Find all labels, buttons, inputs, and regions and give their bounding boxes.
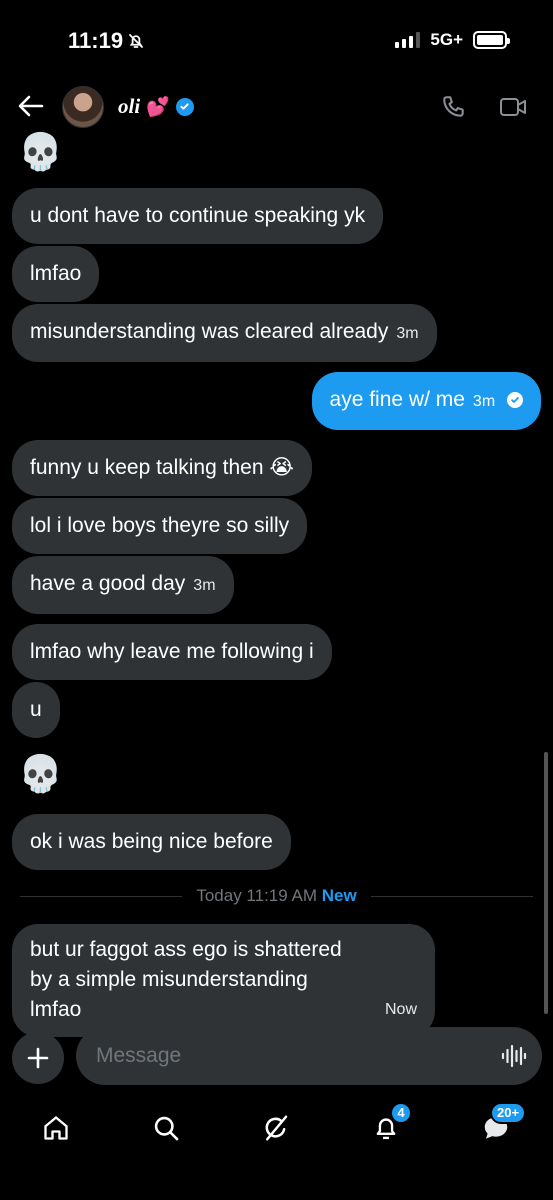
message-text: lol i love boys theyre so silly — [30, 514, 290, 537]
battery-icon — [473, 31, 510, 49]
verified-badge-icon — [175, 97, 194, 116]
message-timestamp: Now — [384, 1001, 417, 1018]
message-timestamp: 3m — [193, 577, 216, 594]
search-icon — [154, 1116, 179, 1141]
message-bubble-received[interactable]: lol i love boys theyre so silly — [12, 498, 308, 554]
divider-line — [20, 895, 183, 897]
divider-line — [370, 895, 534, 897]
tab-notifications[interactable]: 4 — [366, 1102, 412, 1148]
divider-date: Today 11:19 AM — [196, 886, 317, 905]
voice-waveform-icon[interactable] — [501, 1044, 527, 1068]
divider-new-label: New — [321, 886, 357, 905]
message-text: have a good day — [30, 572, 186, 595]
contact-name-text: oli — [118, 94, 141, 118]
status-bar: 11:19 5G+ — [0, 0, 553, 80]
message-bubble-received[interactable]: funny u keep talking then 😭 — [12, 440, 312, 496]
message-bubble-received[interactable]: lmfao why leave me following i — [12, 624, 332, 680]
contact-name[interactable]: oli 💕 — [118, 94, 194, 119]
back-arrow-icon[interactable] — [16, 92, 46, 120]
status-time-text: 11:19 — [68, 28, 124, 53]
message-text: u — [30, 698, 42, 721]
message-bubble-sent[interactable]: aye fine w/ me 3m — [311, 372, 541, 430]
name-emoji: 💕 — [146, 96, 170, 118]
message-input[interactable] — [76, 1027, 542, 1085]
chat-header: oli 💕 — [0, 80, 553, 132]
network-label: 5G+ — [430, 30, 463, 49]
message-bubble-received[interactable]: ok i was being nice before — [12, 814, 291, 870]
divider-label: Today 11:19 AM New — [196, 886, 356, 906]
bottom-tab-bar: 4 20+ — [0, 1100, 553, 1160]
status-indicators: 5G+ — [395, 30, 510, 50]
message-bubble-received[interactable]: lmfao — [12, 246, 100, 302]
message-text: u dont have to continue speaking yk — [30, 204, 366, 227]
message-text: lmfao why leave me following i — [30, 640, 314, 663]
status-time: 11:19 — [68, 28, 145, 54]
bell-slash-icon — [129, 34, 143, 48]
message-text: funny u keep talking then 😭 — [30, 456, 294, 479]
phone-icon[interactable] — [441, 94, 467, 120]
message-bubble-received[interactable]: but ur faggot ass ego is shattered by a … — [12, 924, 435, 1037]
signal-icon — [395, 32, 421, 48]
message-text: lmfao — [30, 262, 82, 285]
message-bubble-received[interactable]: u — [12, 682, 60, 738]
tab-home[interactable] — [36, 1108, 76, 1148]
tab-grok[interactable] — [256, 1108, 296, 1148]
message-timestamp: 3m — [396, 325, 419, 342]
home-icon — [44, 1116, 68, 1140]
message-emoji: 💀 — [18, 131, 63, 172]
message-timestamp: 3m — [472, 393, 496, 410]
messages-badge: 20+ — [490, 1102, 527, 1124]
grok-icon — [265, 1115, 288, 1141]
date-divider: Today 11:19 AM New — [20, 884, 534, 908]
message-emoji: 💀 — [18, 753, 63, 794]
plus-icon — [27, 1047, 49, 1069]
message-text: misunderstanding was cleared already — [30, 320, 389, 343]
message-text: aye fine w/ me — [329, 388, 465, 411]
tab-messages[interactable]: 20+ — [476, 1102, 527, 1148]
message-text: but ur faggot ass ego is shattered by a … — [30, 938, 342, 1021]
scrollbar[interactable] — [544, 752, 548, 1014]
message-bubble-received[interactable]: misunderstanding was cleared already 3m — [12, 304, 437, 362]
tab-search[interactable] — [146, 1108, 186, 1148]
message-bubble-received[interactable]: have a good day 3m — [12, 556, 234, 614]
message-composer — [0, 1027, 553, 1087]
read-check-icon — [507, 392, 523, 409]
message-bubble-received[interactable]: u dont have to continue speaking yk — [12, 188, 384, 244]
video-camera-icon[interactable] — [499, 96, 527, 118]
avatar[interactable] — [62, 86, 104, 128]
message-list[interactable]: 💀 u dont have to continue speaking yk lm… — [0, 131, 553, 1037]
notifications-badge: 4 — [390, 1102, 412, 1124]
message-text: ok i was being nice before — [30, 830, 273, 853]
add-attachment-button[interactable] — [12, 1032, 64, 1084]
